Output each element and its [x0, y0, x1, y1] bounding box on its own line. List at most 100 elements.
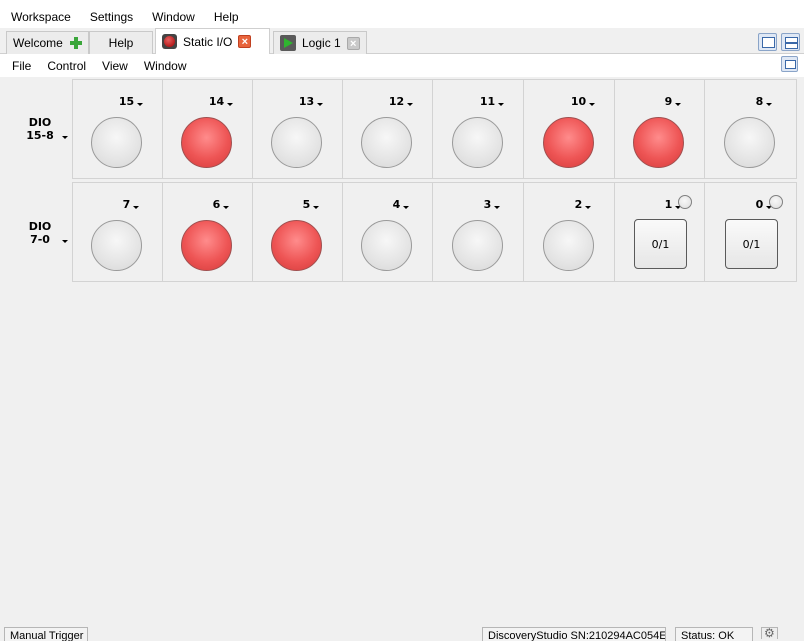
- device-info: DiscoveryStudio SN:210294AC054E: [482, 627, 666, 641]
- led-indicator: [543, 117, 594, 168]
- manual-trigger-button[interactable]: Manual Trigger: [4, 627, 88, 641]
- tab-static-io-label: Static I/O: [183, 34, 233, 49]
- pin-label[interactable]: 14: [191, 95, 251, 108]
- tab-logic-1-label: Logic 1: [302, 36, 341, 50]
- tab-help[interactable]: Help: [89, 31, 153, 54]
- dio-group-dropdown-icon[interactable]: [62, 136, 68, 139]
- pin-label[interactable]: 12: [371, 95, 431, 108]
- pin-cell: 7: [73, 183, 163, 281]
- chevron-down-icon: [494, 206, 501, 209]
- chevron-down-icon: [403, 206, 410, 209]
- dio-group-panel: 7 6 5 4 3 2 1 0/1 0 0/1: [72, 182, 797, 282]
- status-bar: Manual Trigger DiscoveryStudio SN:210294…: [0, 621, 804, 641]
- pin-cell: 14: [163, 80, 253, 178]
- led-indicator: [361, 220, 412, 271]
- toggle-button-label: 0/1: [651, 237, 670, 251]
- chevron-down-icon: [589, 103, 596, 106]
- tab-logic-1[interactable]: Logic 1 ×: [273, 31, 367, 54]
- pin-cell: 6: [163, 183, 253, 281]
- menu-view[interactable]: View: [94, 59, 136, 73]
- status-led-icon: [678, 195, 692, 209]
- tab-static-io[interactable]: Static I/O ×: [155, 28, 270, 54]
- led-indicator: [271, 117, 322, 168]
- led-indicator: [271, 220, 322, 271]
- pin-cell: 13: [253, 80, 343, 178]
- plus-icon[interactable]: [69, 36, 82, 50]
- status-text: Status: OK: [675, 627, 753, 641]
- led-indicator: [452, 117, 503, 168]
- chevron-down-icon: [407, 103, 414, 106]
- toggle-button-label: 0/1: [742, 237, 761, 251]
- menu-help[interactable]: Help: [206, 0, 247, 31]
- chevron-down-icon: [133, 206, 140, 209]
- toggle-button[interactable]: 0/1: [634, 219, 687, 269]
- close-icon[interactable]: ×: [238, 35, 252, 48]
- chevron-down-icon: [313, 206, 320, 209]
- led-indicator: [452, 220, 503, 271]
- dio-label-line1: DIO: [28, 220, 52, 233]
- main-menubar: Workspace Settings Window Help: [0, 0, 804, 28]
- tab-bar: Welcome Help Static I/O × Logic 1 ×: [0, 28, 804, 54]
- pin-label[interactable]: 1: [643, 198, 703, 211]
- dio-label-line2: 15-8: [26, 129, 54, 142]
- instrument-menubar: File Control View Window: [0, 54, 804, 77]
- led-indicator: [91, 220, 142, 271]
- pin-cell: 4: [343, 183, 433, 281]
- menu-window[interactable]: Window: [144, 0, 203, 31]
- pin-label[interactable]: 6: [191, 198, 251, 211]
- dio-label-line2: 7-0: [30, 233, 50, 246]
- split-windows-icon[interactable]: [781, 33, 800, 51]
- play-icon: [280, 35, 296, 51]
- record-icon: [162, 34, 177, 49]
- pin-cell: 12: [343, 80, 433, 178]
- pin-cell: 3: [434, 183, 524, 281]
- pin-cell: 8: [706, 80, 796, 178]
- pin-label[interactable]: 5: [281, 198, 341, 211]
- tab-help-label: Help: [108, 36, 134, 50]
- pin-cell: 2: [525, 183, 615, 281]
- pin-label[interactable]: 9: [643, 95, 703, 108]
- close-icon[interactable]: ×: [346, 36, 360, 50]
- menu-file[interactable]: File: [4, 59, 39, 73]
- status-led-icon: [769, 195, 783, 209]
- chevron-down-icon: [227, 103, 234, 106]
- chevron-down-icon: [766, 103, 773, 106]
- cascade-windows-icon[interactable]: [758, 33, 777, 51]
- menu-workspace[interactable]: Workspace: [3, 0, 79, 31]
- pin-label[interactable]: 0: [734, 198, 794, 211]
- pin-label[interactable]: 11: [462, 95, 522, 108]
- tab-welcome[interactable]: Welcome: [6, 31, 89, 54]
- pin-label[interactable]: 7: [101, 198, 161, 211]
- gear-icon[interactable]: [761, 626, 778, 640]
- chevron-down-icon: [675, 103, 682, 106]
- dio-row-15-8: DIO 15-8 15 14 13 12 11 10 9 8: [0, 79, 804, 179]
- pin-label[interactable]: 3: [462, 198, 522, 211]
- tab-welcome-label: Welcome: [13, 36, 63, 50]
- chevron-down-icon: [498, 103, 505, 106]
- led-indicator: [543, 220, 594, 271]
- pin-label[interactable]: 15: [101, 95, 161, 108]
- menu-control[interactable]: Control: [39, 59, 94, 73]
- pin-cell: 1 0/1: [615, 183, 705, 281]
- pin-label[interactable]: 2: [553, 198, 613, 211]
- pin-cell: 9: [615, 80, 705, 178]
- chevron-down-icon: [137, 103, 144, 106]
- pin-label[interactable]: 10: [553, 95, 613, 108]
- chevron-down-icon: [585, 206, 592, 209]
- menu-window-inner[interactable]: Window: [136, 59, 195, 73]
- led-indicator: [181, 117, 232, 168]
- toggle-button[interactable]: 0/1: [725, 219, 778, 269]
- pin-label[interactable]: 13: [281, 95, 341, 108]
- led-indicator: [181, 220, 232, 271]
- dock-window-icon[interactable]: [781, 56, 798, 72]
- pin-cell: 11: [434, 80, 524, 178]
- pin-cell: 10: [525, 80, 615, 178]
- dio-group-dropdown-icon[interactable]: [62, 240, 68, 243]
- pin-cell: 0 0/1: [706, 183, 796, 281]
- led-indicator: [91, 117, 142, 168]
- pin-label[interactable]: 4: [371, 198, 431, 211]
- menu-settings[interactable]: Settings: [82, 0, 141, 31]
- pin-label[interactable]: 8: [734, 95, 794, 108]
- led-indicator: [361, 117, 412, 168]
- led-indicator: [633, 117, 684, 168]
